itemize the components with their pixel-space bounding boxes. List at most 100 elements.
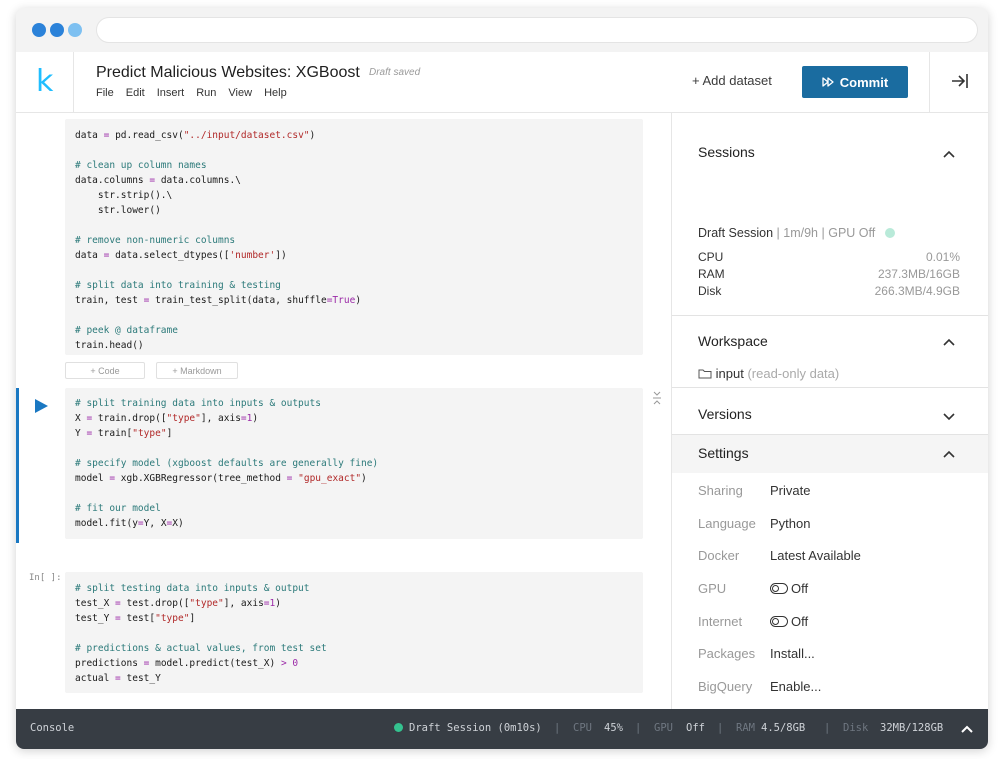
code-line[interactable]: # clean up column names [75, 158, 633, 173]
menu-run[interactable]: Run [196, 87, 216, 99]
code-line[interactable] [75, 143, 633, 158]
code-cell-2-source[interactable]: # split training data into inputs & outp… [65, 388, 643, 531]
menu-help[interactable]: Help [264, 87, 287, 99]
setting-label: GPU [698, 581, 727, 596]
chevron-up-icon[interactable] [960, 723, 974, 735]
commit-label: Commit [839, 74, 889, 90]
code-cell-1[interactable]: data = pd.read_csv("../input/dataset.csv… [65, 119, 643, 355]
code-cell-3[interactable]: # split testing data into inputs & outpu… [65, 572, 643, 693]
stat-ram: RAM 237.3MB/16GB [698, 267, 960, 284]
code-line[interactable]: # specify model (xgboost defaults are ge… [75, 456, 633, 471]
right-sidebar: Sessions Draft Session | 1m/9h | GPU Off… [671, 113, 988, 709]
code-line[interactable]: str.strip().\ [75, 188, 633, 203]
chevron-up-icon[interactable] [942, 335, 956, 349]
collapse-sidebar-box [929, 52, 988, 113]
status-cpu-value: 45% [604, 722, 623, 734]
window-dot-2[interactable] [50, 23, 64, 37]
code-line[interactable]: train.head() [75, 338, 633, 353]
code-cell-2[interactable]: # split training data into inputs & outp… [65, 388, 643, 539]
collapse-sidebar-icon[interactable] [950, 71, 970, 91]
toggle-icon [770, 583, 788, 594]
setting-value[interactable]: Python [770, 516, 810, 531]
stat-label: RAM [698, 267, 725, 281]
code-line[interactable]: test_Y = test["type"] [75, 611, 633, 626]
menu-insert[interactable]: Insert [157, 87, 185, 99]
code-line[interactable]: data = pd.read_csv("../input/dataset.csv… [75, 128, 633, 143]
status-disk-value: 32MB/128GB [880, 722, 944, 734]
kaggle-logo[interactable]: k [36, 64, 53, 99]
stat-value: 266.3MB/4.9GB [874, 284, 960, 298]
code-line[interactable] [75, 218, 633, 233]
code-line[interactable] [75, 626, 633, 641]
run-cell-icon[interactable] [33, 398, 49, 414]
address-bar[interactable] [96, 17, 978, 43]
add-markdown-cell-button[interactable]: + Markdown [156, 362, 238, 379]
code-line[interactable]: train, test = train_test_split(data, shu… [75, 293, 633, 308]
active-cell-indicator [16, 388, 19, 543]
add-code-cell-button[interactable]: + Code [65, 362, 145, 379]
code-line[interactable] [75, 308, 633, 323]
code-line[interactable]: data.columns = data.columns.\ [75, 173, 633, 188]
internet-toggle[interactable]: Off [770, 614, 808, 629]
setting-sharing: Sharing Private [698, 483, 968, 501]
code-line[interactable]: data = data.select_dtypes(['number']) [75, 248, 633, 263]
setting-value[interactable]: Latest Available [770, 548, 861, 563]
commit-button[interactable]: Commit [802, 66, 908, 98]
workspace-title[interactable]: Workspace [698, 333, 768, 349]
window-dot-3[interactable] [68, 23, 82, 37]
code-cell-3-source[interactable]: # split testing data into inputs & outpu… [65, 572, 643, 686]
sessions-title[interactable]: Sessions [698, 144, 755, 160]
cell-3-prompt: In[ ]: [29, 573, 62, 583]
setting-value[interactable]: Private [770, 483, 810, 498]
code-line[interactable] [75, 441, 633, 456]
session-name[interactable]: Draft Session [698, 226, 773, 240]
console-toggle[interactable]: Console [30, 722, 74, 734]
code-cell-1-source[interactable]: data = pd.read_csv("../input/dataset.csv… [65, 119, 643, 353]
code-line[interactable]: actual = test_Y [75, 671, 633, 686]
cell-resize-icon[interactable] [652, 391, 662, 405]
stat-label: Disk [698, 284, 722, 298]
setting-value[interactable]: Install... [770, 646, 815, 661]
menu-edit[interactable]: Edit [126, 87, 145, 99]
code-line[interactable]: str.lower() [75, 203, 633, 218]
code-line[interactable] [75, 486, 633, 501]
code-line[interactable]: # split testing data into inputs & outpu… [75, 581, 633, 596]
session-status-dot [884, 228, 895, 238]
code-line[interactable]: Y = train["type"] [75, 426, 633, 441]
status-disk-label: Disk [843, 722, 869, 734]
code-line[interactable]: model = xgb.XGBRegressor(tree_method = "… [75, 471, 633, 486]
status-session[interactable]: Draft Session (0m10s) [394, 722, 542, 734]
code-line[interactable]: X = train.drop(["type"], axis=1) [75, 411, 633, 426]
code-line[interactable]: # remove non-numeric columns [75, 233, 633, 248]
toggle-icon [770, 616, 788, 627]
code-line[interactable]: # predictions & actual values, from test… [75, 641, 633, 656]
chevron-up-icon[interactable] [942, 447, 956, 461]
menu-file[interactable]: File [96, 87, 114, 99]
status-gpu-value: Off [686, 722, 705, 734]
add-dataset-button[interactable]: + Add dataset [692, 73, 772, 88]
code-line[interactable]: predictions = model.predict(test_X) > 0 [75, 656, 633, 671]
code-line[interactable] [75, 263, 633, 278]
gpu-toggle[interactable]: Off [770, 581, 808, 596]
status-session-label: Draft Session (0m10s) [409, 722, 542, 734]
stat-value: 0.01% [925, 250, 960, 264]
code-line[interactable]: # peek @ dataframe [75, 323, 633, 338]
menu-view[interactable]: View [228, 87, 252, 99]
code-line[interactable]: model.fit(y=Y, X=X) [75, 516, 633, 531]
setting-docker: Docker Latest Available [698, 548, 968, 566]
notebook-title[interactable]: Predict Malicious Websites: XGBoost [96, 64, 360, 82]
code-line[interactable]: test_X = test.drop(["type"], axis=1) [75, 596, 633, 611]
chevron-down-icon[interactable] [942, 409, 956, 423]
separator: | [717, 722, 724, 734]
window-dot-1[interactable] [32, 23, 46, 37]
chevron-up-icon[interactable] [942, 147, 956, 161]
browser-chrome [16, 8, 988, 52]
workspace-input-folder[interactable]: input (read-only data) [698, 366, 839, 381]
code-line[interactable]: # split data into training & testing [75, 278, 633, 293]
versions-title[interactable]: Versions [698, 406, 752, 422]
setting-value[interactable]: Enable... [770, 679, 821, 694]
code-line[interactable]: # split training data into inputs & outp… [75, 396, 633, 411]
separator: | [824, 722, 831, 734]
settings-title[interactable]: Settings [698, 445, 749, 461]
code-line[interactable]: # fit our model [75, 501, 633, 516]
